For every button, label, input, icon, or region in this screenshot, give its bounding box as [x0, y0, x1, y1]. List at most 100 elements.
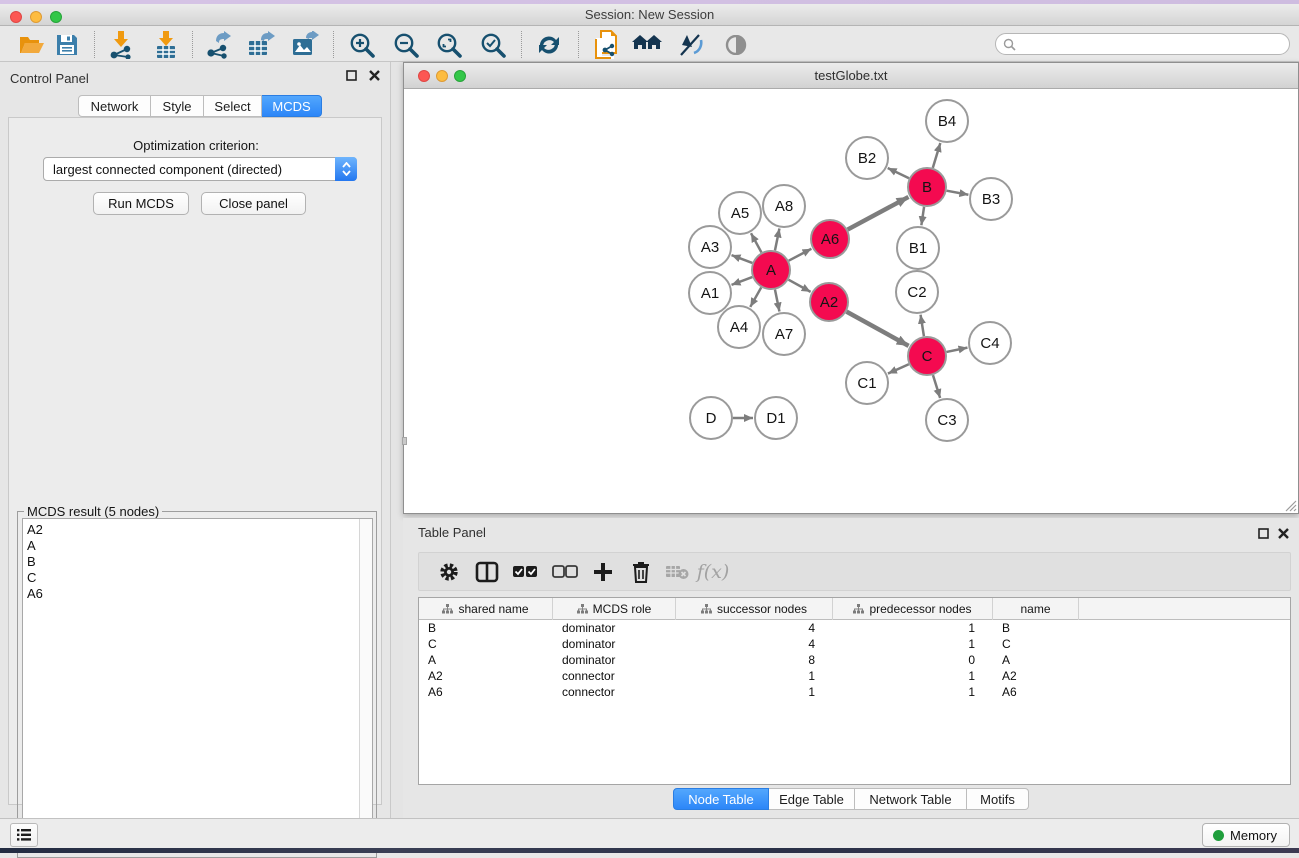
tab-motifs[interactable]: Motifs — [967, 788, 1029, 810]
column-header-shared-name[interactable]: shared name — [419, 598, 553, 620]
zoom-in-icon[interactable] — [347, 30, 377, 60]
graph-edge-C-C2[interactable] — [921, 315, 924, 337]
table-close-panel-icon[interactable] — [1278, 526, 1289, 544]
graph-edge-A6-B[interactable] — [848, 197, 909, 230]
graph-node-B[interactable]: B — [908, 168, 946, 206]
show-graphics-icon[interactable] — [721, 30, 751, 60]
network-window-titlebar[interactable]: testGlobe.txt — [404, 63, 1298, 89]
graph-edge-A-A1[interactable] — [732, 277, 753, 285]
table-row[interactable]: Bdominator41B — [419, 620, 1290, 636]
graph-node-A5[interactable]: A5 — [719, 192, 761, 234]
tab-style[interactable]: Style — [151, 95, 204, 117]
result-list-item[interactable]: A6 — [23, 586, 372, 602]
select-all-rows-icon[interactable] — [509, 557, 541, 587]
table-row[interactable]: Adominator80A — [419, 652, 1290, 668]
search-input[interactable] — [1016, 37, 1289, 51]
graph-edge-A2-C[interactable] — [847, 312, 909, 346]
search-field[interactable] — [995, 33, 1290, 55]
graph-edge-B-B1[interactable] — [921, 207, 924, 225]
graph-node-C3[interactable]: C3 — [926, 399, 968, 441]
memory-button[interactable]: Memory — [1202, 823, 1290, 847]
result-list-item[interactable]: C — [23, 570, 372, 586]
graph-edge-A-A6[interactable] — [789, 249, 812, 261]
result-list-item[interactable]: B — [23, 554, 372, 570]
column-header-predecessor-nodes[interactable]: predecessor nodes — [833, 598, 993, 620]
graph-edge-B-B4[interactable] — [933, 143, 941, 168]
function-builder-icon[interactable]: f(x) — [697, 557, 729, 587]
table-settings-icon[interactable] — [433, 557, 465, 587]
graph-edge-A-A3[interactable] — [732, 255, 753, 263]
graph-node-A8[interactable]: A8 — [763, 185, 805, 227]
delete-table-icon[interactable] — [661, 557, 693, 587]
table-row[interactable]: A6connector11A6 — [419, 684, 1290, 700]
graph-edge-C-C1[interactable] — [888, 364, 909, 373]
zoom-selected-icon[interactable] — [478, 30, 508, 60]
table-row[interactable]: Cdominator41C — [419, 636, 1290, 652]
open-file-icon[interactable] — [17, 30, 47, 60]
tab-edge-table[interactable]: Edge Table — [769, 788, 855, 810]
graph-node-C[interactable]: C — [908, 337, 946, 375]
graph-node-B4[interactable]: B4 — [926, 100, 968, 142]
tab-network[interactable]: Network — [78, 95, 151, 117]
close-panel-button[interactable]: Close panel — [201, 192, 306, 215]
cybrowser-home-icon[interactable] — [632, 30, 662, 60]
window-edge-handle[interactable] — [402, 437, 407, 445]
graph-node-D1[interactable]: D1 — [755, 397, 797, 439]
graph-node-C2[interactable]: C2 — [896, 271, 938, 313]
graph-node-B1[interactable]: B1 — [897, 227, 939, 269]
graph-node-D[interactable]: D — [690, 397, 732, 439]
table-float-window-icon[interactable] — [1258, 526, 1269, 544]
graph-edge-A-A4[interactable] — [750, 287, 761, 307]
graph-node-B3[interactable]: B3 — [970, 178, 1012, 220]
run-mcds-button[interactable]: Run MCDS — [93, 192, 189, 215]
tab-network-table[interactable]: Network Table — [855, 788, 967, 810]
tab-node-table[interactable]: Node Table — [673, 788, 769, 810]
graph-edge-A-A2[interactable] — [789, 280, 811, 292]
graph-node-A4[interactable]: A4 — [718, 306, 760, 348]
export-image-icon[interactable] — [290, 30, 320, 60]
result-list-scrollbar[interactable] — [359, 519, 372, 852]
save-session-icon[interactable] — [52, 30, 82, 60]
graph-edge-A-A8[interactable] — [775, 229, 779, 251]
export-table-icon[interactable] — [246, 30, 276, 60]
graph-node-A1[interactable]: A1 — [689, 272, 731, 314]
tab-select[interactable]: Select — [204, 95, 262, 117]
import-network-icon[interactable] — [106, 30, 136, 60]
add-column-icon[interactable] — [587, 557, 619, 587]
column-header-successor-nodes[interactable]: successor nodes — [676, 598, 833, 620]
result-list-item[interactable]: A — [23, 538, 372, 554]
graph-node-C1[interactable]: C1 — [846, 362, 888, 404]
refresh-icon[interactable] — [534, 30, 564, 60]
deselect-all-rows-icon[interactable] — [549, 557, 581, 587]
column-header-MCDS-role[interactable]: MCDS role — [553, 598, 676, 620]
graph-node-A2[interactable]: A2 — [810, 283, 848, 321]
column-header-name[interactable]: name — [993, 598, 1079, 620]
optimization-criterion-select[interactable]: largest connected component (directed) — [43, 157, 357, 181]
mcds-result-list[interactable]: A2ABCA6 — [22, 518, 373, 853]
window-resize-grip[interactable] — [1284, 499, 1297, 512]
graph-node-C4[interactable]: C4 — [969, 322, 1011, 364]
network-from-selection-icon[interactable] — [591, 30, 621, 60]
network-canvas[interactable]: B4 B2 B B3 A5A8A6 A3 B1 A C2 A1 A2 A4A7 C4 C C1 C3 D D1 — [404, 89, 1298, 513]
graph-edge-B-B2[interactable] — [888, 168, 909, 178]
tab-mcds[interactable]: MCDS — [262, 95, 322, 117]
export-network-icon[interactable] — [203, 30, 233, 60]
graph-node-A7[interactable]: A7 — [763, 313, 805, 355]
table-row[interactable]: A2connector11A2 — [419, 668, 1290, 684]
graph-node-B2[interactable]: B2 — [846, 137, 888, 179]
graph-node-A6[interactable]: A6 — [811, 220, 849, 258]
delete-column-icon[interactable] — [625, 557, 657, 587]
float-window-icon[interactable] — [346, 70, 357, 84]
zoom-fit-icon[interactable] — [434, 30, 464, 60]
zoom-out-icon[interactable] — [391, 30, 421, 60]
close-panel-icon[interactable] — [369, 70, 380, 84]
graph-node-A[interactable]: A — [752, 251, 790, 289]
import-table-icon[interactable] — [151, 30, 181, 60]
task-history-button[interactable] — [10, 823, 38, 847]
hide-graphics-icon[interactable] — [676, 30, 706, 60]
graph-node-A3[interactable]: A3 — [689, 226, 731, 268]
result-list-item[interactable]: A2 — [23, 519, 372, 538]
graph-edge-A-A7[interactable] — [775, 290, 779, 312]
graph-edge-B-B3[interactable] — [947, 191, 969, 195]
graph-edge-C-C3[interactable] — [933, 375, 940, 398]
